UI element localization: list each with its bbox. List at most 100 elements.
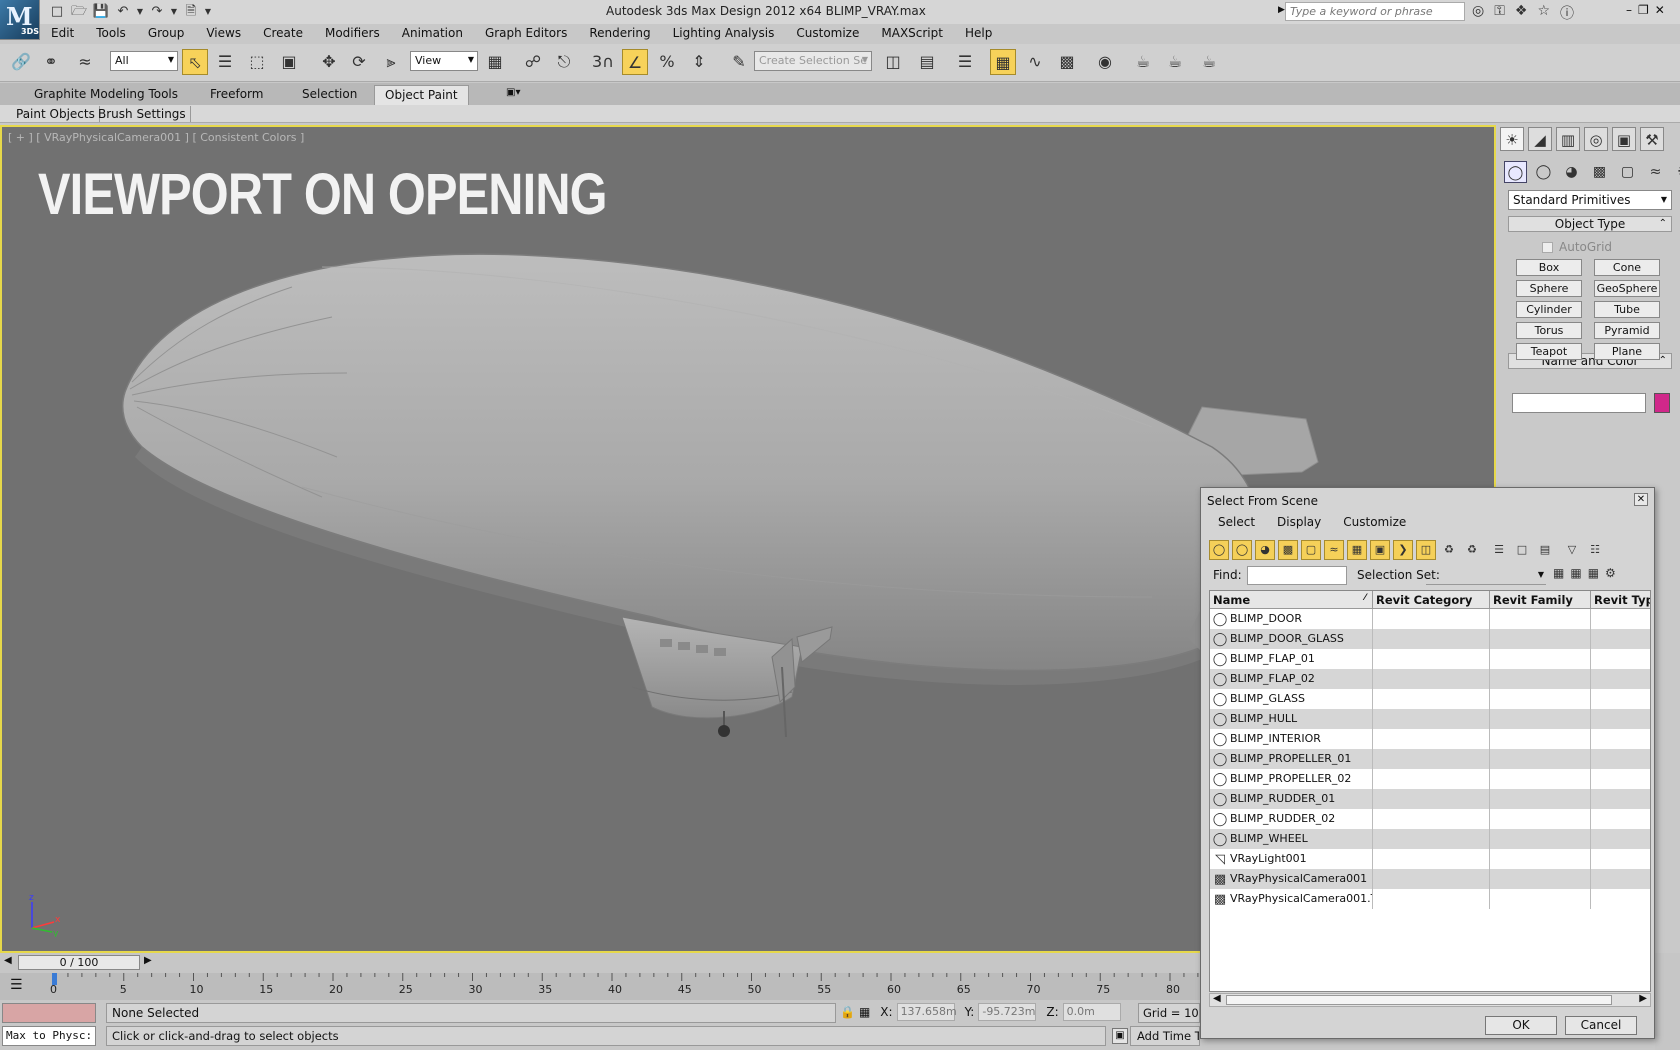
graphite-toggle-icon[interactable]: ▦ (990, 49, 1016, 75)
groups-filter-icon[interactable]: ▦ (1347, 540, 1367, 560)
menu-edit[interactable]: Edit (40, 24, 85, 44)
menu-tools[interactable]: Tools (85, 24, 137, 44)
mirror-icon[interactable]: ◫ (880, 49, 906, 75)
undo-dropdown-icon[interactable]: ▼ (136, 3, 144, 21)
viewport-label-menu[interactable]: [ + ] [ VRayPhysicalCamera001 ] [ Consis… (8, 131, 304, 144)
menu-create[interactable]: Create (252, 24, 314, 44)
select-object-icon[interactable]: ⬁ (182, 49, 208, 75)
maxscript-listener-input[interactable] (2, 1003, 96, 1023)
ok-button[interactable]: OK (1485, 1016, 1557, 1035)
tube-button[interactable]: Tube (1594, 301, 1660, 318)
render-production-icon[interactable]: ☕ (1196, 49, 1222, 75)
column-revit-category[interactable]: Revit Category (1373, 591, 1490, 608)
configure-columns-icon[interactable]: ⚙ (1605, 566, 1616, 580)
align-icon[interactable]: ▤ (914, 49, 940, 75)
menu-graph-editors[interactable]: Graph Editors (474, 24, 578, 44)
table-row[interactable]: ◯ BLIMP_FLAP_02 (1210, 669, 1650, 689)
named-selection-set-dropdown[interactable]: Create Selection Se ▼ (754, 51, 872, 71)
material-editor-icon[interactable]: ◉ (1092, 49, 1118, 75)
xrefs-filter-icon[interactable]: ▣ (1370, 540, 1390, 560)
autogrid-checkbox-box[interactable] (1542, 241, 1553, 253)
previous-frame-icon[interactable]: ◀ (4, 955, 12, 966)
lights-filter-icon[interactable]: ◕ (1255, 540, 1275, 560)
select-by-name-icon[interactable]: ☰ (212, 49, 238, 75)
time-slider-thumb[interactable]: 0 / 100 (18, 955, 140, 970)
modify-tab-icon[interactable]: ◢ (1528, 127, 1552, 151)
rendered-frame-window-icon[interactable]: ☕ (1162, 49, 1188, 75)
column-name[interactable]: Name ⁄ (1210, 591, 1373, 608)
render-setup-icon[interactable]: ☕ (1130, 49, 1156, 75)
menu-rendering[interactable]: Rendering (578, 24, 661, 44)
menu-modifiers[interactable]: Modifiers (314, 24, 391, 44)
panel-brush-settings[interactable]: Brush Settings (94, 106, 191, 122)
select-all-icon[interactable]: ♻ (1439, 540, 1459, 560)
communication-center-icon[interactable]: ❖ (1515, 3, 1528, 23)
motion-tab-icon[interactable]: ◎ (1584, 127, 1608, 151)
menu-maxscript[interactable]: MAXScript (870, 24, 954, 44)
bind-space-warp-icon[interactable]: ≈ (72, 49, 98, 75)
geometry-category-icon[interactable]: ◯ (1504, 161, 1527, 183)
create-tab-icon[interactable]: ☀ (1500, 127, 1524, 151)
object-name-cell[interactable]: BLIMP_INTERIOR (1230, 729, 1373, 749)
column-revit-type[interactable]: Revit Typ (1591, 591, 1650, 608)
qat-customize-icon[interactable]: ▼ (204, 3, 212, 21)
table-row[interactable]: ◯ BLIMP_DOOR (1210, 609, 1650, 629)
select-manipulate-icon[interactable]: ☍ (520, 49, 546, 75)
cylinder-button[interactable]: Cylinder (1516, 301, 1582, 318)
binoculars-icon[interactable]: ◎ (1472, 3, 1484, 23)
window-crossing-icon[interactable]: ▣ (276, 49, 302, 75)
table-row[interactable]: ◯ BLIMP_RUDDER_01 (1210, 789, 1650, 809)
object-name-cell[interactable]: VRayPhysicalCamera001.T... (1230, 889, 1373, 909)
tab-object-paint[interactable]: Object Paint (374, 85, 469, 105)
help-icon[interactable]: ⓘ (1560, 3, 1574, 23)
menu-help[interactable]: Help (954, 24, 1003, 44)
favorites-star-icon[interactable]: ☆ (1537, 3, 1550, 23)
table-row[interactable]: ◯ BLIMP_RUDDER_02 (1210, 809, 1650, 829)
tab-graphite-modeling-tools[interactable]: Graphite Modeling Tools (24, 85, 188, 105)
minimize-icon[interactable]: – (1626, 3, 1632, 17)
angle-snap-icon[interactable]: ∠ (622, 49, 648, 75)
redo-dropdown-icon[interactable]: ▼ (170, 3, 178, 21)
column-revit-family[interactable]: Revit Family (1490, 591, 1591, 608)
table-row[interactable]: ◯ BLIMP_GLASS (1210, 689, 1650, 709)
ribbon-minimize-icon[interactable]: ▣▾ (496, 85, 530, 105)
x-coordinate-field[interactable]: 137.658m (896, 1003, 957, 1021)
object-name-input[interactable] (1512, 393, 1646, 413)
teapot-button[interactable]: Teapot (1516, 343, 1582, 360)
table-row[interactable]: ◯ BLIMP_PROPELLER_01 (1210, 749, 1650, 769)
remove-from-selection-set-icon[interactable]: ▦ (1588, 566, 1599, 580)
menu-group[interactable]: Group (137, 24, 196, 44)
object-name-cell[interactable]: BLIMP_DOOR_GLASS (1230, 629, 1373, 649)
panel-paint-objects[interactable]: Paint Objects (12, 106, 100, 122)
rectangular-selection-icon[interactable]: ⬚ (244, 49, 270, 75)
scrollbar-thumb[interactable] (1226, 995, 1612, 1005)
table-row[interactable]: ◯ BLIMP_FLAP_01 (1210, 649, 1650, 669)
pyramid-button[interactable]: Pyramid (1594, 322, 1660, 339)
object-name-cell[interactable]: BLIMP_DOOR (1230, 609, 1373, 629)
time-tag-icon[interactable]: ▣ (1112, 1028, 1128, 1044)
object-name-cell[interactable]: BLIMP_PROPELLER_01 (1230, 749, 1373, 769)
autogrid-checkbox[interactable]: AutoGrid (1542, 240, 1612, 254)
column-view-icon[interactable]: ▤ (1535, 540, 1555, 560)
spinner-snap-icon[interactable]: ⇕ (686, 49, 712, 75)
tab-freeform[interactable]: Freeform (200, 85, 273, 105)
scale-icon[interactable]: ⫸ (378, 49, 404, 75)
list-view-icon[interactable]: □ (1512, 540, 1532, 560)
torus-button[interactable]: Torus (1516, 322, 1582, 339)
horizontal-scrollbar[interactable]: ◀ ▶ (1209, 993, 1651, 1007)
unlink-icon[interactable]: ⚭ (38, 49, 64, 75)
table-row[interactable]: ◯ BLIMP_DOOR_GLASS (1210, 629, 1650, 649)
object-color-swatch[interactable] (1654, 393, 1670, 413)
subscription-key-icon[interactable]: ⚿ (1494, 3, 1505, 23)
keyboard-shortcut-override-icon[interactable]: ⎋ (551, 49, 577, 75)
shapes-filter-icon[interactable]: ◯ (1232, 540, 1252, 560)
selection-set-dropdown[interactable]: ▼ (1426, 566, 1546, 585)
help-search-input[interactable]: Type a keyword or phrase (1285, 2, 1465, 21)
invert-selection-icon[interactable]: ☰ (1489, 540, 1509, 560)
cone-button[interactable]: Cone (1594, 259, 1660, 276)
cameras-filter-icon[interactable]: ▩ (1278, 540, 1298, 560)
systems-category-icon[interactable]: ❋ (1672, 161, 1680, 183)
new-file-icon[interactable]: □ (48, 3, 66, 21)
object-type-rollout[interactable]: Object Type ⌃ (1508, 216, 1672, 232)
display-tab-icon[interactable]: ▣ (1612, 127, 1636, 151)
